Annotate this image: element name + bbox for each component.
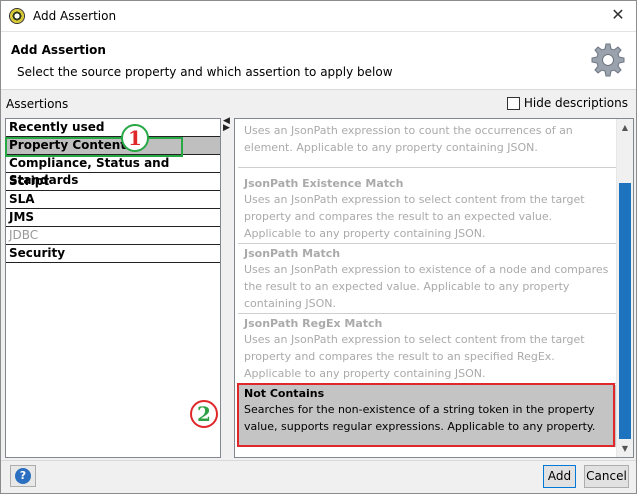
assertion-item-jsonpath-existence[interactable]: JsonPath Existence Match Uses an JsonPat…: [238, 175, 616, 244]
assertion-name: JsonPath Existence Match: [244, 177, 404, 190]
annotation-marker-1: 1: [121, 124, 149, 152]
panel-splitter[interactable]: ◀ ▶: [223, 117, 232, 458]
category-jdbc[interactable]: JDBC: [6, 227, 220, 245]
hide-descriptions-toggle[interactable]: Hide descriptions: [506, 96, 628, 110]
window-title: Add Assertion: [33, 9, 117, 23]
category-list: Recently used Property Content Complianc…: [5, 118, 221, 458]
help-icon: ?: [15, 468, 31, 484]
annotation-box-property-content: [5, 137, 183, 157]
help-button[interactable]: ?: [10, 465, 36, 487]
add-button[interactable]: Add: [543, 465, 576, 488]
category-security[interactable]: Security: [6, 245, 220, 263]
annotation-box-not-contains: [237, 383, 615, 447]
scroll-down-icon[interactable]: ▼: [617, 440, 633, 457]
category-recently-used[interactable]: Recently used: [6, 119, 220, 137]
gear-icon: [591, 43, 625, 77]
assertion-item-jsonpath-regex[interactable]: JsonPath RegEx Match Uses an JsonPath ex…: [238, 315, 616, 384]
category-jms[interactable]: JMS: [6, 209, 220, 227]
title-bar: Add Assertion ✕: [1, 1, 636, 32]
vertical-scrollbar[interactable]: ▲ ▼: [616, 119, 633, 457]
assertion-name: JsonPath RegEx Match: [244, 317, 383, 330]
assertion-name: JsonPath Match: [244, 247, 341, 260]
app-logo-icon: [9, 8, 25, 24]
dialog-footer: [1, 460, 636, 493]
scroll-thumb[interactable]: [619, 183, 631, 439]
add-assertion-dialog: Add Assertion ✕ Add Assertion Select the…: [0, 0, 637, 494]
assertion-item-jsonpath-match[interactable]: JsonPath Match Uses an JsonPath expressi…: [238, 245, 616, 314]
category-compliance[interactable]: Compliance, Status and Standards: [6, 155, 220, 187]
collapse-right-icon[interactable]: ▶: [223, 124, 232, 133]
category-sla[interactable]: SLA: [6, 191, 220, 209]
assertion-description: Uses an JsonPath expression to select co…: [244, 193, 585, 240]
cancel-button[interactable]: Cancel: [584, 465, 629, 488]
dialog-header: Add Assertion Select the source property…: [1, 32, 636, 90]
hide-descriptions-label: Hide descriptions: [523, 96, 628, 110]
category-script[interactable]: Script: [6, 173, 220, 191]
hide-descriptions-checkbox[interactable]: [506, 96, 520, 110]
assertion-description: Uses an JsonPath expression to count the…: [244, 124, 573, 154]
scroll-up-icon[interactable]: ▲: [617, 119, 633, 136]
header-subtitle: Select the source property and which ass…: [17, 65, 393, 79]
close-icon[interactable]: ✕: [606, 4, 630, 28]
assertion-description: Uses an JsonPath expression to existence…: [244, 263, 609, 310]
annotation-marker-2: 2: [190, 400, 218, 428]
assertions-label: Assertions: [6, 97, 69, 111]
header-title: Add Assertion: [11, 43, 106, 57]
assertion-item-count[interactable]: Uses an JsonPath expression to count the…: [238, 121, 616, 168]
assertion-description: Uses an JsonPath expression to select co…: [244, 333, 585, 380]
